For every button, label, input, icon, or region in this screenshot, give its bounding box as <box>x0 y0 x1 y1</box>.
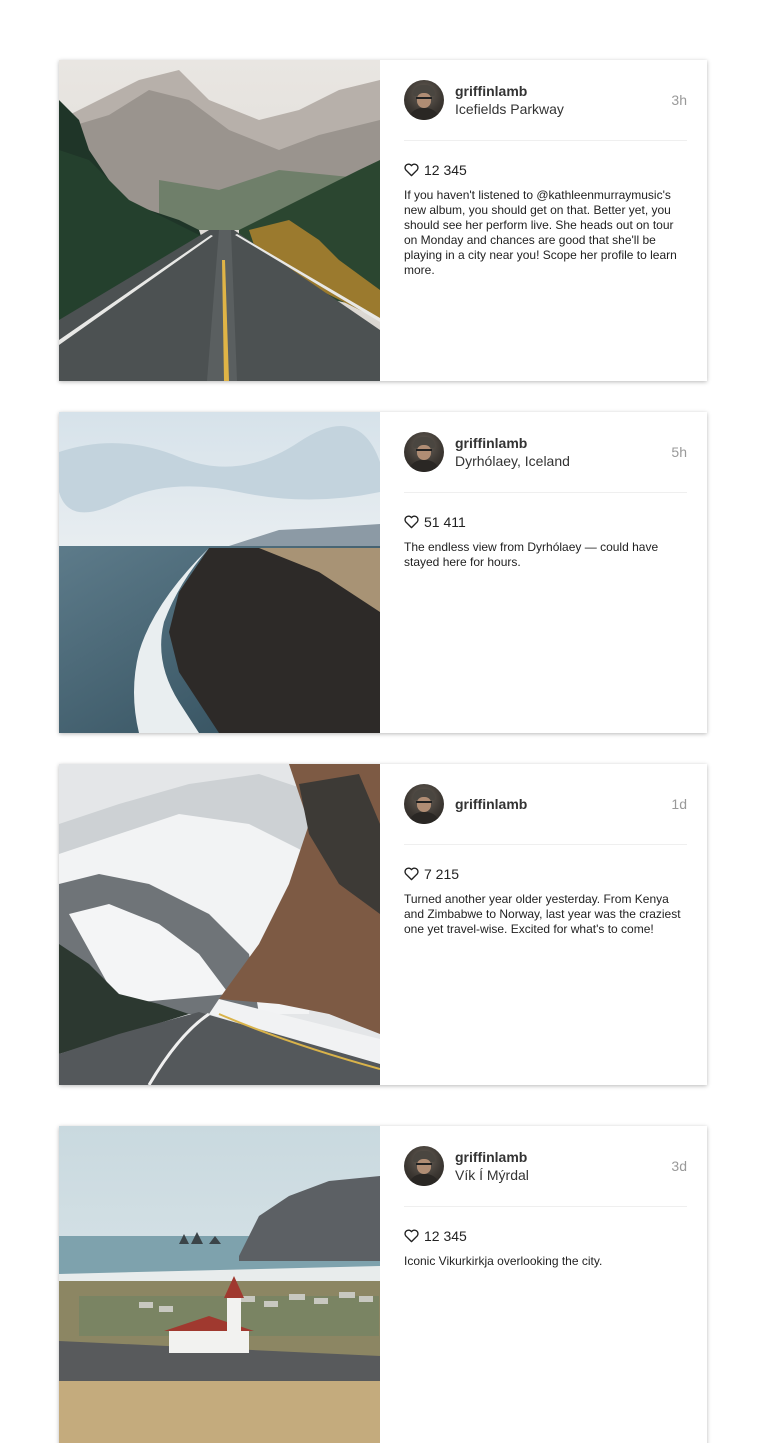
post-header: griffinlamb Icefields Parkway 3h <box>404 80 687 120</box>
post-photo[interactable] <box>59 1126 380 1443</box>
post-time: 5h <box>671 444 687 460</box>
post-info: griffinlamb Icefields Parkway 3h 12 345 … <box>380 60 707 381</box>
divider <box>404 1206 687 1207</box>
post-info: griffinlamb 1d 7 215 Turned another year… <box>380 764 707 1085</box>
post-user: griffinlamb Dyrhólaey, Iceland <box>455 434 671 470</box>
avatar[interactable] <box>404 80 444 120</box>
likes-row: 12 345 <box>404 161 687 179</box>
location[interactable]: Icefields Parkway <box>455 100 671 118</box>
likes-row: 51 411 <box>404 513 687 531</box>
post-time: 3h <box>671 92 687 108</box>
heart-outline-icon[interactable] <box>404 515 419 529</box>
heart-outline-icon[interactable] <box>404 163 419 177</box>
likes-row: 7 215 <box>404 865 687 883</box>
post-photo[interactable] <box>59 412 380 733</box>
username[interactable]: griffinlamb <box>455 795 671 813</box>
location[interactable]: Dyrhólaey, Iceland <box>455 452 671 470</box>
post-time: 3d <box>671 1158 687 1174</box>
location[interactable]: Vík Í Mýrdal <box>455 1166 671 1184</box>
post-header: griffinlamb Dyrhólaey, Iceland 5h <box>404 432 687 472</box>
username[interactable]: griffinlamb <box>455 1148 671 1166</box>
post-photo[interactable] <box>59 764 380 1085</box>
post-user: griffinlamb Vík Í Mýrdal <box>455 1148 671 1184</box>
avatar[interactable] <box>404 1146 444 1186</box>
post-info: griffinlamb Dyrhólaey, Iceland 5h 51 411… <box>380 412 707 733</box>
post-info: griffinlamb Vík Í Mýrdal 3d 12 345 Iconi… <box>380 1126 707 1443</box>
heart-outline-icon[interactable] <box>404 867 419 881</box>
avatar[interactable] <box>404 784 444 824</box>
likes-count: 7 215 <box>424 866 460 882</box>
username[interactable]: griffinlamb <box>455 434 671 452</box>
post-card: griffinlamb Icefields Parkway 3h 12 345 … <box>59 60 707 381</box>
post-card: griffinlamb 1d 7 215 Turned another year… <box>59 764 707 1085</box>
post-header: griffinlamb 1d <box>404 784 687 824</box>
post-card: griffinlamb Vík Í Mýrdal 3d 12 345 Iconi… <box>59 1126 707 1443</box>
username[interactable]: griffinlamb <box>455 82 671 100</box>
post-time: 1d <box>671 796 687 812</box>
heart-outline-icon[interactable] <box>404 1229 419 1243</box>
likes-count: 12 345 <box>424 1228 467 1244</box>
post-user: griffinlamb Icefields Parkway <box>455 82 671 118</box>
post-photo[interactable] <box>59 60 380 381</box>
avatar[interactable] <box>404 432 444 472</box>
post-header: griffinlamb Vík Í Mýrdal 3d <box>404 1146 687 1186</box>
divider <box>404 844 687 845</box>
post-user: griffinlamb <box>455 795 671 813</box>
likes-count: 51 411 <box>424 514 466 530</box>
post-card: griffinlamb Dyrhólaey, Iceland 5h 51 411… <box>59 412 707 733</box>
divider <box>404 492 687 493</box>
likes-row: 12 345 <box>404 1227 687 1245</box>
post-caption: Iconic Vikurkirkja overlooking the city. <box>404 1254 603 1268</box>
post-caption: If you haven't listened to @kathleenmurr… <box>404 188 677 277</box>
post-caption: The endless view from Dyrhólaey — could … <box>404 540 659 569</box>
likes-count: 12 345 <box>424 162 467 178</box>
post-caption: Turned another year older yesterday. Fro… <box>404 892 681 936</box>
divider <box>404 140 687 141</box>
